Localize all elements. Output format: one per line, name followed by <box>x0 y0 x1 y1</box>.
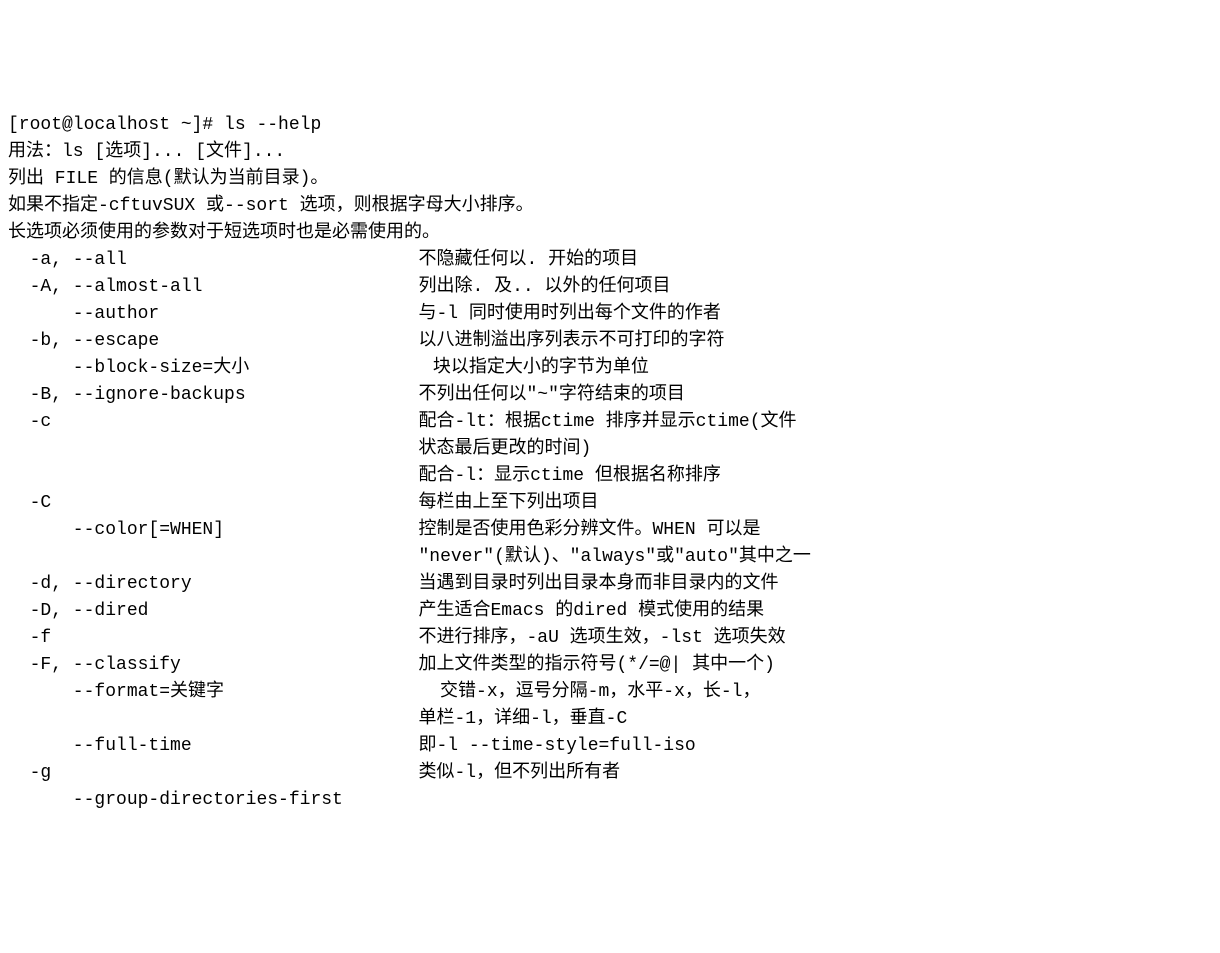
option-row: -B, --ignore-backups 不列出任何以"~"字符结束的项目 <box>8 382 1212 409</box>
option-row: -F, --classify 加上文件类型的指示符号(*/=@| 其中一个) <box>8 652 1212 679</box>
option-row: -c 配合-lt：根据ctime 排序并显示ctime(文件 <box>8 409 1212 436</box>
description-line-3: 长选项必须使用的参数对于短选项时也是必需使用的。 <box>8 220 1212 247</box>
description-line-2: 如果不指定-cftuvSUX 或--sort 选项，则根据字母大小排序。 <box>8 193 1212 220</box>
option-row: -a, --all 不隐藏任何以. 开始的项目 <box>8 247 1212 274</box>
shell-prompt: [root@localhost ~]# <box>8 115 224 135</box>
terminal-output: [root@localhost ~]# ls --help用法：ls [选项].… <box>8 112 1212 814</box>
option-row: --color[=WHEN] 控制是否使用色彩分辨文件。WHEN 可以是 <box>8 517 1212 544</box>
option-row: --author 与-l 同时使用时列出每个文件的作者 <box>8 301 1212 328</box>
option-row: -b, --escape 以八进制溢出序列表示不可打印的字符 <box>8 328 1212 355</box>
option-row: -g 类似-l，但不列出所有者 <box>8 760 1212 787</box>
description-line-1: 列出 FILE 的信息(默认为当前目录)。 <box>8 166 1212 193</box>
option-row: -D, --dired 产生适合Emacs 的dired 模式使用的结果 <box>8 598 1212 625</box>
option-row: -f 不进行排序，-aU 选项生效，-lst 选项失效 <box>8 625 1212 652</box>
option-row: --format=关键字 交错-x，逗号分隔-m，水平-x，长-l， <box>8 679 1212 706</box>
option-row: 单栏-1，详细-l，垂直-C <box>8 706 1212 733</box>
option-row: --full-time 即-l --time-style=full-iso <box>8 733 1212 760</box>
option-row: --block-size=大小 块以指定大小的字节为单位 <box>8 355 1212 382</box>
option-row: -d, --directory 当遇到目录时列出目录本身而非目录内的文件 <box>8 571 1212 598</box>
option-row: -A, --almost-all 列出除. 及.. 以外的任何项目 <box>8 274 1212 301</box>
options-list: -a, --all 不隐藏任何以. 开始的项目 -A, --almost-all… <box>8 247 1212 814</box>
option-row: 配合-l：显示ctime 但根据名称排序 <box>8 463 1212 490</box>
option-row: 状态最后更改的时间) <box>8 436 1212 463</box>
command-text: ls --help <box>224 115 321 135</box>
option-row: -C 每栏由上至下列出项目 <box>8 490 1212 517</box>
option-row: "never"(默认)、"always"或"auto"其中之一 <box>8 544 1212 571</box>
usage-line: 用法：ls [选项]... [文件]... <box>8 139 1212 166</box>
option-row: --group-directories-first <box>8 787 1212 814</box>
prompt-line: [root@localhost ~]# ls --help <box>8 112 1212 139</box>
